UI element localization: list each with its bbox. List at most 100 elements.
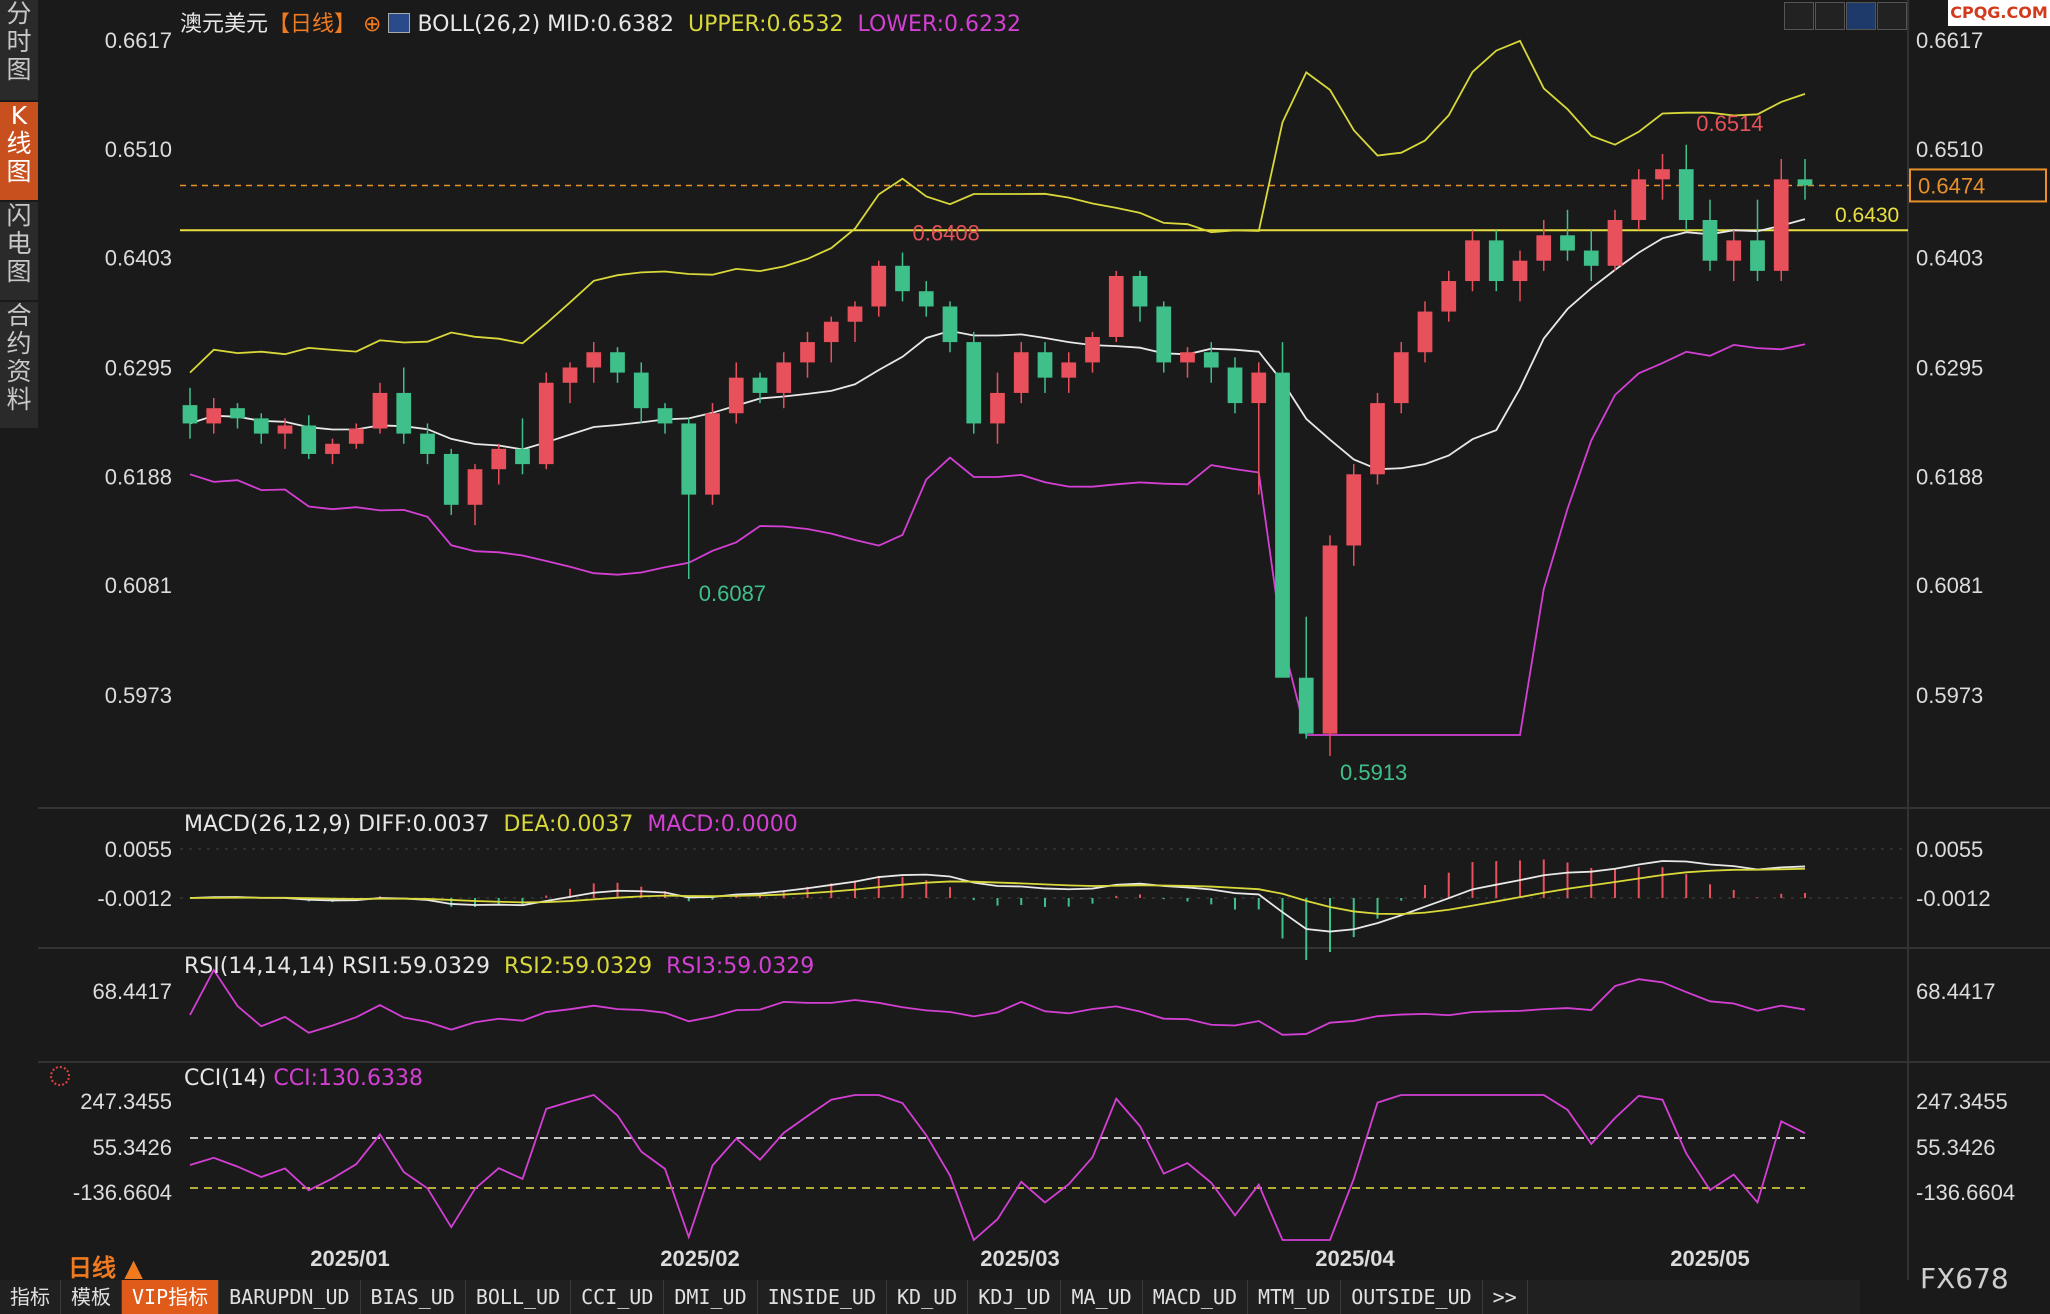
candle	[1322, 545, 1338, 734]
candle	[562, 367, 578, 383]
candle	[681, 423, 697, 495]
candle	[752, 377, 768, 393]
candle	[396, 392, 412, 434]
indicator-tab[interactable]: CCI_UD	[571, 1280, 665, 1314]
candle	[871, 265, 887, 307]
candle	[895, 265, 910, 292]
price-tick-left: 0.6510	[105, 137, 172, 162]
macd-dea: DEA:0.0037	[503, 812, 634, 837]
candle	[1797, 179, 1813, 186]
indicator-tab[interactable]: MA_UD	[1061, 1280, 1143, 1314]
candle	[1560, 235, 1575, 251]
indicator-tab[interactable]: OUTSIDE_UD	[1341, 1280, 1483, 1314]
candle	[586, 352, 602, 368]
date-tick: 2025/01	[310, 1246, 390, 1271]
boll-upper: UPPER:0.6532	[687, 12, 844, 37]
date-tick: 2025/04	[1315, 1246, 1395, 1271]
candle	[1275, 372, 1290, 678]
candle	[728, 377, 744, 414]
candle	[1251, 372, 1267, 404]
date-tick: 2025/03	[980, 1246, 1060, 1271]
indicator-tab[interactable]: KD_UD	[887, 1280, 969, 1314]
candle	[1678, 169, 1694, 221]
candle	[230, 408, 245, 419]
candle	[966, 342, 982, 424]
cci-value: CCI:130.6338	[273, 1066, 423, 1091]
rsi2: RSI2:59.0329	[504, 954, 653, 979]
indicator-tab[interactable]: 模板	[61, 1280, 122, 1314]
candle	[1132, 275, 1148, 307]
indicator-tab[interactable]: BARUPDN_UD	[219, 1280, 361, 1314]
candle	[1512, 260, 1528, 282]
macd-tick-right: -0.0012	[1916, 886, 1991, 911]
side-tab-timeshare[interactable]: 分时图	[0, 0, 38, 100]
candle	[1346, 474, 1362, 546]
chart-canvas[interactable]: 0.6617 0.6617 0.6510 0.6510 0.6403 0.6403 0.62…	[0, 0, 2050, 1314]
layout-button-2[interactable]	[1815, 2, 1845, 30]
candle	[348, 428, 364, 444]
indicator-tab[interactable]: DMI_UD	[664, 1280, 758, 1314]
candle	[1417, 311, 1433, 353]
indicator-tab[interactable]: BOLL_UD	[466, 1280, 572, 1314]
candle	[420, 433, 435, 454]
candle	[942, 306, 958, 343]
candle	[1655, 169, 1670, 180]
candle	[847, 306, 863, 322]
candle	[1203, 352, 1219, 368]
low-label: 0.5913	[1340, 760, 1407, 785]
candle	[918, 291, 934, 307]
candle	[491, 448, 507, 470]
candle	[990, 392, 1005, 424]
symbol-name: 澳元美元	[180, 12, 269, 37]
side-tab-contract[interactable]: 合约资料	[0, 302, 38, 428]
cci-tick-left: 55.3426	[92, 1135, 172, 1160]
cci-tick-right: -136.6604	[1916, 1180, 2015, 1205]
price-tick-right: 0.6188	[1916, 464, 1983, 489]
indicator-tab[interactable]: VIP指标	[122, 1280, 220, 1314]
candle	[800, 342, 815, 363]
macd-label: MACD(26,12,9)	[184, 812, 352, 837]
candle	[610, 352, 625, 373]
candle	[443, 453, 459, 505]
candle	[1441, 281, 1457, 312]
ticker-label: FX678	[1920, 1262, 2009, 1295]
macd-tick-right: 0.0055	[1916, 837, 1983, 862]
cci-tick-right: 55.3426	[1916, 1135, 1996, 1160]
layout-button-1[interactable]	[1784, 2, 1814, 30]
date-tick: 2025/05	[1670, 1246, 1750, 1271]
period-selector[interactable]: 日线 ▲	[68, 1248, 143, 1283]
candle	[515, 448, 530, 465]
candle	[1465, 240, 1480, 282]
candle	[325, 443, 340, 454]
indicator-tab[interactable]: BIAS_UD	[361, 1280, 466, 1314]
indicator-tab[interactable]: >>	[1483, 1280, 1528, 1314]
settings-icon[interactable]	[50, 1066, 70, 1086]
period-label[interactable]: 【日线】	[268, 12, 356, 37]
layout-button-4[interactable]	[1877, 2, 1907, 30]
indicator-tab[interactable]: MTM_UD	[1248, 1280, 1342, 1314]
indicator-tab[interactable]: KDJ_UD	[968, 1280, 1062, 1314]
candle	[1773, 179, 1789, 271]
layout-button-3[interactable]	[1846, 2, 1876, 30]
price-tick-right: 0.6081	[1916, 573, 1983, 598]
boll-mid: MID:0.6382	[547, 12, 674, 37]
rsi3: RSI3:59.0329	[666, 954, 815, 979]
candle	[1393, 352, 1409, 404]
date-tick: 2025/02	[660, 1246, 740, 1271]
side-tab-flash[interactable]: 闪电图	[0, 202, 38, 300]
crosshair-icon[interactable]: ⊕	[363, 12, 381, 37]
side-tab-kline[interactable]: K线图	[0, 102, 38, 200]
candle	[1583, 250, 1599, 266]
brand-badge: CPQG.COM	[1948, 0, 2050, 26]
macd-tick-left: -0.0012	[97, 886, 172, 911]
candle	[1726, 240, 1742, 261]
candle	[1607, 220, 1623, 266]
indicator-tab[interactable]: INSIDE_UD	[758, 1280, 888, 1314]
indicator-tab[interactable]: 指标	[0, 1280, 61, 1314]
candle	[538, 382, 554, 465]
rsi-label: RSI(14,14,14)	[184, 954, 335, 979]
chart-type-icon[interactable]	[388, 13, 411, 33]
indicator-tab[interactable]: MACD_UD	[1143, 1280, 1248, 1314]
price-tick-right: 0.5973	[1916, 683, 1983, 708]
price-tick-right: 0.6617	[1916, 28, 1983, 53]
